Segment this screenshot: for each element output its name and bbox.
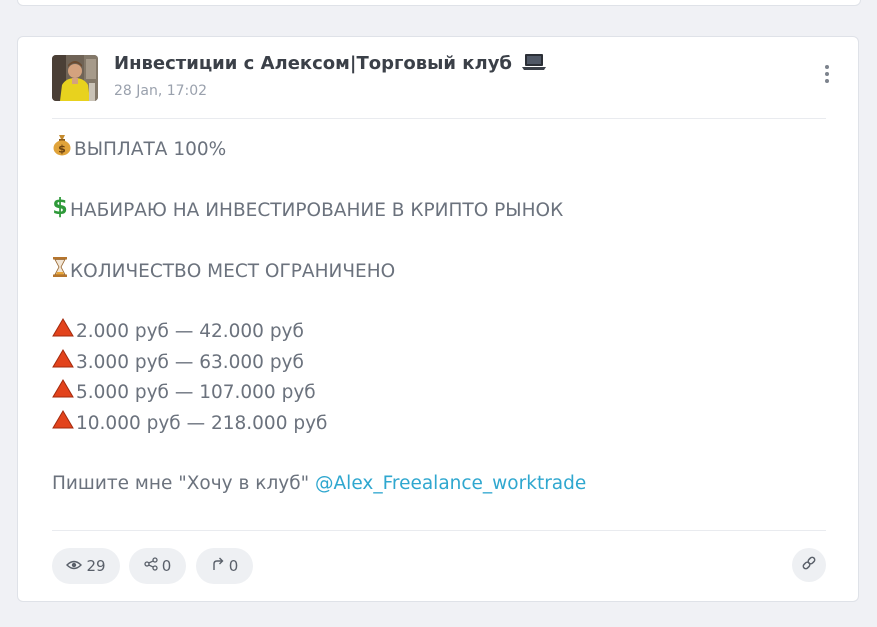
dot-icon xyxy=(825,72,829,76)
footer-divider xyxy=(52,530,826,531)
header-divider xyxy=(52,118,826,119)
previous-post-card xyxy=(17,0,861,6)
shares-count: 0 xyxy=(161,557,172,575)
payout-line: $ ВЫПЛАТА 100% xyxy=(52,135,828,165)
red-triangle-icon xyxy=(52,409,74,439)
tier-line: 10.000 руб — 218.000 руб xyxy=(52,409,828,439)
share-icon xyxy=(144,557,162,575)
post-card: Инвестиции с Алексом|Торговый клуб 28 Ja… xyxy=(17,36,859,602)
shares-counter[interactable]: 0 xyxy=(129,548,186,584)
svg-text:$: $ xyxy=(52,195,67,218)
post-date: 28 Jan, 17:02 xyxy=(114,83,208,99)
tier-line: 3.000 руб — 63.000 руб xyxy=(52,348,828,378)
red-triangle-icon xyxy=(52,378,74,408)
tier-line: 5.000 руб — 107.000 руб xyxy=(52,378,828,408)
dollar-sign-icon: $ xyxy=(52,194,68,228)
channel-name: Инвестиции с Алексом|Торговый клуб xyxy=(114,53,512,74)
limited-line: КОЛИЧЕСТВО МЕСТ ОГРАНИЧЕНО xyxy=(52,256,828,288)
cta-line: Пишите мне "Хочу в клуб" @Alex_Freealanc… xyxy=(52,469,828,499)
eye-icon xyxy=(66,557,86,575)
hourglass-icon xyxy=(52,256,68,288)
link-icon xyxy=(801,555,817,575)
mention-link[interactable]: @Alex_Freealance_worktrade xyxy=(315,469,586,499)
post-footer: 29 0 0 xyxy=(52,548,826,584)
dot-icon xyxy=(825,65,829,69)
copy-link-button[interactable] xyxy=(792,548,826,582)
tier-line: 2.000 руб — 42.000 руб xyxy=(52,317,828,347)
channel-title[interactable]: Инвестиции с Алексом|Торговый клуб xyxy=(114,53,547,76)
money-bag-icon: $ xyxy=(52,134,72,166)
views-counter[interactable]: 29 xyxy=(52,548,120,584)
red-triangle-icon xyxy=(52,348,74,378)
forwards-count: 0 xyxy=(228,557,239,575)
post-body: $ ВЫПЛАТА 100% $ НАБИРАЮ НА ИНВЕСТИРОВАН… xyxy=(52,135,828,500)
more-options-button[interactable] xyxy=(822,65,832,89)
svg-text:$: $ xyxy=(58,143,66,156)
views-count: 29 xyxy=(86,557,106,575)
laptop-icon xyxy=(522,53,547,76)
recruiting-line: $ НАБИРАЮ НА ИНВЕСТИРОВАНИЕ В КРИПТО РЫН… xyxy=(52,194,828,228)
dot-icon xyxy=(825,79,829,83)
forwards-counter[interactable]: 0 xyxy=(196,548,253,584)
forward-icon xyxy=(211,557,229,575)
avatar[interactable] xyxy=(52,55,98,101)
red-triangle-icon xyxy=(52,317,74,347)
